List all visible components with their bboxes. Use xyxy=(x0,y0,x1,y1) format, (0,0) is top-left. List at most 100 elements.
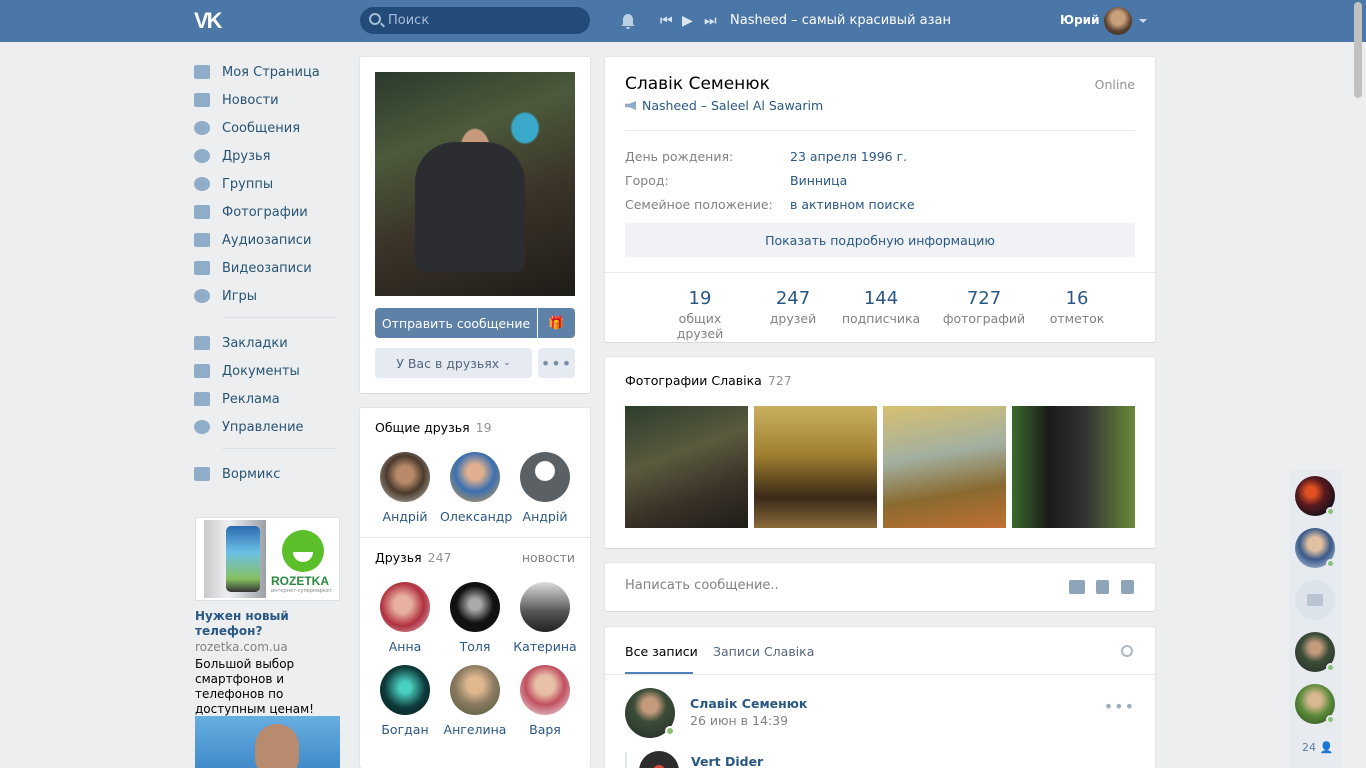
repost-line xyxy=(625,752,627,768)
friend[interactable]: Богдан xyxy=(370,665,440,737)
online-indicator xyxy=(1326,663,1335,672)
mutual-friends-header[interactable]: Общие друзья 19 xyxy=(375,420,492,435)
nav-divider xyxy=(222,448,336,449)
nav-messages[interactable]: Сообщения xyxy=(194,114,344,142)
avatar xyxy=(380,452,430,502)
user-avatar[interactable] xyxy=(1104,7,1132,35)
mutual-friend[interactable]: Олександр xyxy=(440,452,512,524)
post-author-name[interactable]: Славік Семенюк xyxy=(690,696,807,711)
chat-friend-avatar[interactable] xyxy=(1295,476,1335,516)
friends-news-link[interactable]: новости xyxy=(522,550,575,565)
home-icon xyxy=(194,65,210,79)
search-icon[interactable] xyxy=(1121,645,1133,657)
friend[interactable]: Толя xyxy=(440,582,510,654)
nav-news[interactable]: Новости xyxy=(194,86,344,114)
counter-friends[interactable]: 247 друзей xyxy=(763,288,823,326)
bell-icon[interactable] xyxy=(619,12,637,30)
counter-tags[interactable]: 16 отметок xyxy=(1045,288,1109,326)
nav-groups[interactable]: Группы xyxy=(194,170,344,198)
photos-header[interactable]: Фотографии Славіка 727 xyxy=(625,373,792,388)
photo-thumbnail[interactable] xyxy=(754,406,877,528)
nav-my-page[interactable]: Моя Страница xyxy=(194,58,344,86)
write-post-card xyxy=(605,563,1155,611)
film-icon xyxy=(194,261,210,275)
nav-ads[interactable]: Реклама xyxy=(194,385,344,413)
friends-header[interactable]: Друзья 247 xyxy=(375,550,452,565)
search-box[interactable] xyxy=(360,7,590,34)
nav-video[interactable]: Видеозаписи xyxy=(194,254,344,282)
next-track-icon[interactable]: ⏭ xyxy=(704,14,717,28)
info-birthday[interactable]: 23 апреля 1996 г. xyxy=(790,149,907,164)
info-city[interactable]: Винница xyxy=(790,173,847,188)
divider xyxy=(625,130,1135,131)
user-name[interactable]: Юрий xyxy=(1060,13,1100,27)
nav-photos[interactable]: Фотографии xyxy=(194,198,344,226)
search-input[interactable] xyxy=(388,7,578,34)
repost-author-name[interactable]: Vert Dider xyxy=(691,754,763,768)
nav-audio[interactable]: Аудиозаписи xyxy=(194,226,344,254)
now-playing-track[interactable]: Nasheed – самый красивый азан xyxy=(730,13,951,28)
avatar xyxy=(380,582,430,632)
megaphone-icon xyxy=(194,392,210,406)
post-more-icon[interactable]: ••• xyxy=(1104,697,1135,716)
camera-icon[interactable] xyxy=(1069,580,1085,594)
repost-author-avatar[interactable] xyxy=(639,751,679,768)
photo-thumbnail[interactable] xyxy=(625,406,748,528)
photo-thumbnail[interactable] xyxy=(1012,406,1135,528)
gift-icon: 🎁 xyxy=(548,315,565,331)
music-icon[interactable] xyxy=(1121,580,1134,594)
more-actions-button[interactable]: ••• xyxy=(538,348,575,378)
nav-manage[interactable]: Управление xyxy=(194,413,344,441)
photo-thumbnail[interactable] xyxy=(883,406,1006,528)
nav-bookmarks[interactable]: Закладки xyxy=(194,329,344,357)
play-icon[interactable]: ▶ xyxy=(682,14,693,28)
ad-banner-2[interactable] xyxy=(195,716,340,768)
chevron-down-icon[interactable] xyxy=(1139,19,1147,23)
write-message-input[interactable] xyxy=(625,578,1005,593)
counter-photos[interactable]: 727 фотографий xyxy=(941,288,1027,326)
chevron-down-icon: ⌄ xyxy=(503,358,511,368)
chat-friend-avatar[interactable] xyxy=(1295,580,1335,620)
profile-status[interactable]: Nasheed – Saleel Al Sawarim xyxy=(625,98,823,113)
profile-photo[interactable] xyxy=(375,72,575,296)
vk-logo[interactable]: VK xyxy=(194,8,228,33)
info-label: Семейное положение: xyxy=(625,197,773,212)
nav-friends[interactable]: Друзья xyxy=(194,142,344,170)
chat-friend-avatar[interactable] xyxy=(1295,632,1335,672)
scrollbar[interactable] xyxy=(1354,2,1362,98)
nav-vormix[interactable]: Вормикс xyxy=(194,460,344,488)
prev-track-icon[interactable]: ⏮ xyxy=(660,14,673,28)
friend[interactable]: Анна xyxy=(370,582,440,654)
counter-mutual[interactable]: 19 общих друзей xyxy=(655,288,745,341)
tab-all-posts[interactable]: Все записи xyxy=(625,644,698,659)
film-icon[interactable] xyxy=(1096,580,1109,594)
friend[interactable]: Варя xyxy=(510,665,580,737)
mutual-friend[interactable]: Андрій xyxy=(370,452,440,524)
profile-info-card: Славік Семенюк Online Nasheed – Saleel A… xyxy=(605,57,1155,342)
info-label: День рождения: xyxy=(625,149,734,164)
avatar xyxy=(450,665,500,715)
show-more-info-button[interactable]: Показать подробную информацию xyxy=(625,223,1135,257)
tab-own-posts[interactable]: Записи Славіка xyxy=(713,644,814,659)
send-message-button[interactable]: Отправить сообщение xyxy=(375,308,537,338)
ad-title[interactable]: Нужен новый телефон? xyxy=(195,609,345,639)
gift-button[interactable]: 🎁 xyxy=(538,308,575,338)
profile-name: Славік Семенюк xyxy=(625,74,770,94)
nav-documents[interactable]: Документы xyxy=(194,357,344,385)
chat-friend-avatar[interactable] xyxy=(1295,684,1335,724)
ad-domain[interactable]: rozetka.com.ua xyxy=(195,639,345,655)
friend[interactable]: Катерина xyxy=(510,582,580,654)
post-date[interactable]: 26 июн в 14:39 xyxy=(690,713,788,728)
mutual-friend[interactable]: Андрій xyxy=(510,452,580,524)
online-friends-count[interactable]: 24 👤 xyxy=(1302,741,1333,754)
info-relationship[interactable]: в активном поиске xyxy=(790,197,915,212)
ad-banner[interactable]: ROZETKA интернет-супермаркет xyxy=(195,517,340,601)
nav-games[interactable]: Игры xyxy=(194,282,344,310)
counter-followers[interactable]: 144 подписчика xyxy=(839,288,923,326)
avatar xyxy=(520,452,570,502)
post-author-avatar[interactable] xyxy=(625,688,675,738)
chat-friend-avatar[interactable] xyxy=(1295,528,1335,568)
ad-text: Нужен новый телефон? rozetka.com.ua Боль… xyxy=(195,609,345,717)
friend-status-button[interactable]: У Вас в друзьях ⌄ xyxy=(375,348,532,378)
friend[interactable]: Ангелина xyxy=(440,665,510,737)
